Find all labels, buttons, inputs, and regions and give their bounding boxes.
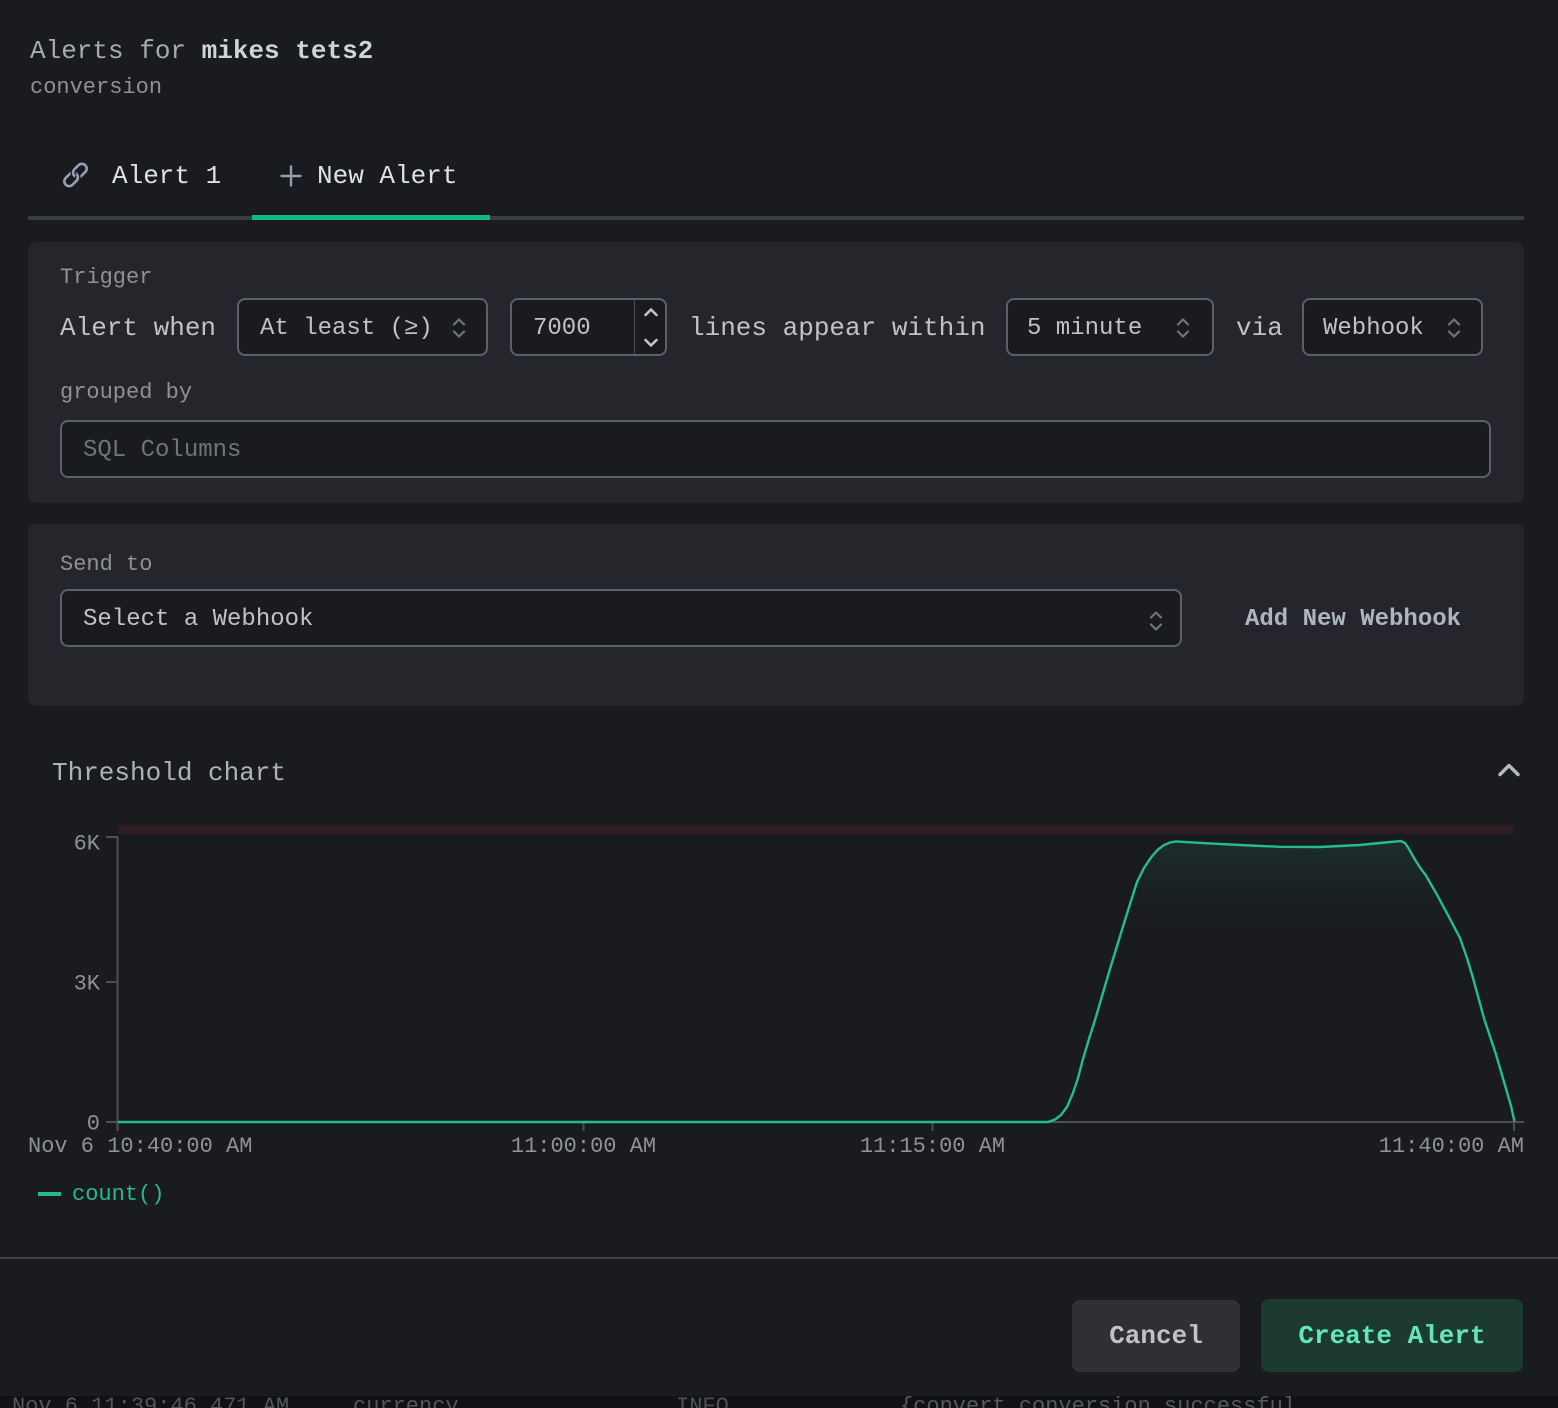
- svg-text:6K: 6K: [74, 832, 101, 857]
- svg-text:11:15:00 AM: 11:15:00 AM: [860, 1134, 1005, 1159]
- svg-text:11:40:00 AM: 11:40:00 AM: [1379, 1134, 1524, 1159]
- svg-text:3K: 3K: [74, 972, 101, 997]
- svg-text:11:00:00 AM: 11:00:00 AM: [511, 1134, 656, 1159]
- svg-text:0: 0: [87, 1112, 100, 1137]
- svg-text:Nov 6 10:40:00 AM: Nov 6 10:40:00 AM: [28, 1134, 252, 1159]
